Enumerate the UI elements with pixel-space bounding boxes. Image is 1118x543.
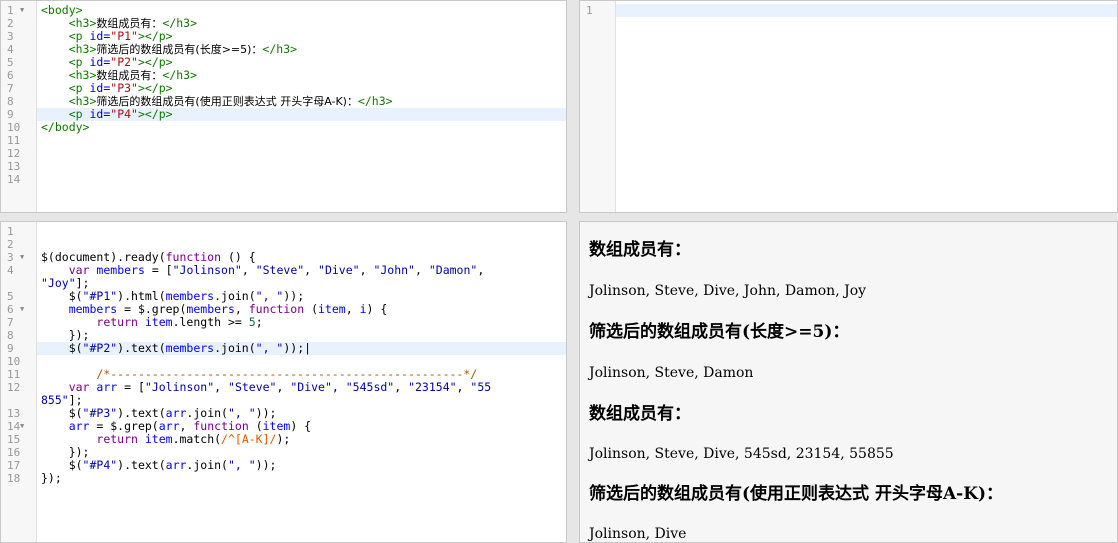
line-number: 4 [7,43,14,56]
line-number: 16 [7,446,21,459]
fold-arrow-icon[interactable]: ▼ [20,251,24,264]
line-number: 14 [7,173,21,186]
result-heading-3: 数组成员有： [589,404,691,424]
line-number: 4 [7,264,14,277]
line-number: 9 [7,108,14,121]
line-number: 17 [7,459,21,472]
line-number: 1 [586,4,593,17]
result-preview-pane: 数组成员有： Jolinson, Steve, Dive, John, Damo… [579,221,1118,543]
result-paragraph-p3: Jolinson, Steve, Dive, 545sd, 23154, 558… [589,446,894,462]
result-document: 数组成员有： Jolinson, Steve, Dive, John, Damo… [589,238,1113,542]
line-number: 12 [7,381,21,394]
css-editor-active-line[interactable] [616,4,1117,17]
line-number: 3 ▼ [7,251,25,264]
code-line: var arr = ["Jolinson", "Steve", "Dive", … [68,380,492,394]
css-editor-pane[interactable]: 1 [579,0,1118,213]
line-number: 3 [7,30,14,43]
code-line-active: $("#P2").text(members.join(", "));| [37,342,566,355]
line-number: 6 ▼ [7,303,25,316]
line-number: 5 [7,290,14,303]
fold-arrow-icon[interactable]: ▼ [20,420,24,433]
code-line: <body> [41,3,83,17]
line-number: 11 [7,134,21,147]
css-editor-gutter: 1 [580,1,616,212]
line-number: 6 [7,69,14,82]
line-number: 8 [7,329,14,342]
result-paragraph-p2: Jolinson, Steve, Damon [589,365,754,381]
line-number: 12 [7,147,21,160]
code-line: var members = ["Jolinson", "Steve", "Div… [68,263,485,277]
line-number: 2 [7,17,14,30]
code-line: $("#P4").text(arr.join(", ")); [41,458,277,472]
code-line: }); [41,471,62,485]
js-editor-gutter: 1 2 3 ▼ 4 5 6 ▼ 7 8 9 10 11 12 13 14 ▼ 15 16 17 18 [1,222,37,542]
line-number: 15 [7,433,21,446]
html-editor-code[interactable]: <body> <h3>数组成员有：</h3> <p id="P1"></p> <… [37,4,566,134]
html-editor-gutter: 1 ▼ 2 3 4 5 6 7 8 9 10 11 12 13 14 [1,1,37,212]
code-line: <p id="P1"></p> [68,29,173,43]
line-number: 13 [7,160,21,173]
line-number: 14 ▼ [7,420,25,433]
result-paragraph-p4: Jolinson, Dive [589,526,687,542]
code-line: </body> [41,120,90,134]
result-paragraph-p1: Jolinson, Steve, Dive, John, Damon, Joy [589,283,867,299]
line-number: 11 [7,368,21,381]
result-heading-1: 数组成员有： [589,240,691,260]
line-number: 10 [7,355,21,368]
line-number [1,277,36,290]
line-number: 1 ▼ [7,4,25,17]
line-number: 7 [7,82,14,95]
fold-arrow-icon[interactable]: ▼ [20,4,24,17]
code-line: <p id="P3"></p> [68,81,173,95]
line-number: 2 [7,238,14,251]
line-number: 9 [7,342,14,355]
js-editor-pane[interactable]: 1 2 3 ▼ 4 5 6 ▼ 7 8 9 10 11 12 13 14 ▼ 15 16 17 18 $(documen… [0,221,567,543]
line-number: 13 [7,407,21,420]
code-line: <p id="P2"></p> [68,55,173,69]
line-number: 10 [7,121,21,134]
js-editor-code[interactable]: $(document).ready(function () { var memb… [37,225,566,485]
line-number: 18 [7,472,21,485]
line-number: 1 [7,225,14,238]
code-line: return item.length >= 5; [96,315,263,329]
result-heading-2: 筛选后的数组成员有(长度>=5)： [589,322,850,342]
fold-arrow-icon[interactable]: ▼ [20,303,24,316]
html-editor-pane[interactable]: 1 ▼ 2 3 4 5 6 7 8 9 10 11 12 13 14 <body> <h3>数组成员有：</… [0,0,567,213]
code-line-active: <p id="P4"></p> [37,108,566,121]
line-number: 7 [7,316,14,329]
code-line: return item.match(/^[A-K]/); [96,432,291,446]
line-number: 8 [7,95,14,108]
result-heading-4: 筛选后的数组成员有(使用正则表达式 开头字母A-K)： [589,484,1004,504]
line-number: 5 [7,56,14,69]
line-number [1,394,36,407]
